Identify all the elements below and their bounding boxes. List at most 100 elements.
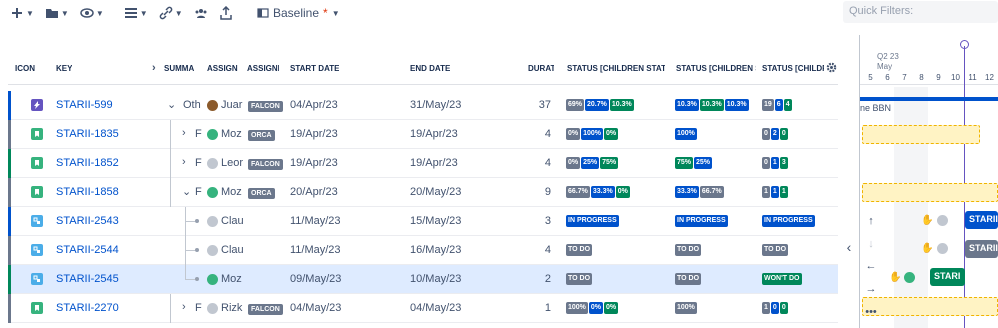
duration[interactable]: 9 [527, 186, 551, 198]
expand-column-icon[interactable]: › [152, 62, 156, 80]
duration[interactable]: 3 [527, 215, 551, 227]
team-button[interactable] [190, 2, 212, 24]
assignee[interactable]: Clau [207, 214, 247, 228]
assignee[interactable]: Clau [207, 243, 247, 257]
column-header-key[interactable]: KEY [56, 64, 72, 82]
export-button[interactable] [215, 2, 237, 24]
column-header-end-date[interactable]: END DATE [410, 64, 450, 82]
chevron-down-icon[interactable]: ⌄ [167, 98, 176, 111]
column-header-summary[interactable]: SUMMA [164, 64, 200, 82]
issue-key-link[interactable]: STARII-599 [56, 99, 113, 111]
table-row[interactable]: STARII-2545 Moz 09/May/23 10/May/23 2 TO DO TO… [8, 265, 838, 294]
gantt-placeholder-bar[interactable] [862, 125, 980, 144]
start-date[interactable]: 11/May/23 [290, 215, 341, 227]
start-date[interactable]: 19/Apr/23 [290, 128, 338, 140]
indent-button[interactable]: → [862, 281, 880, 297]
start-date[interactable]: 09/May/23 [290, 273, 341, 285]
end-date[interactable]: 31/May/23 [410, 99, 461, 111]
issue-key-link[interactable]: STARII-1835 [56, 128, 119, 140]
fields-menu-button[interactable]: ▼ [120, 2, 152, 24]
table-row[interactable]: STARII-2270 › F Rizk FALCON 04/May/23 04/May/2… [8, 294, 838, 323]
duration[interactable]: 1 [527, 302, 551, 314]
view-menu-button[interactable]: ▼ [76, 2, 108, 24]
table-row[interactable]: STARII-1858 ⌄ F Moz ORCA 20/Apr/23 20/May/23 9 6… [8, 178, 838, 207]
gear-icon[interactable] [826, 62, 837, 73]
chevron-down-icon[interactable]: ⌄ [182, 185, 191, 198]
gantt-task-bar[interactable]: STARII- [965, 240, 998, 258]
add-menu-button[interactable]: ▼ [6, 2, 38, 24]
duration[interactable]: 4 [527, 128, 551, 140]
start-date[interactable]: 04/Apr/23 [290, 99, 338, 111]
gantt-task-bar[interactable]: STARII- [965, 211, 998, 229]
drag-hand-icon[interactable]: ✋ [921, 215, 933, 226]
gantt-placeholder-bar[interactable] [862, 297, 998, 316]
chevron-right-icon[interactable]: › [182, 156, 186, 168]
column-header-assignee[interactable]: ASSIGN [207, 64, 243, 82]
quick-filters-input[interactable]: Quick Filters: [843, 1, 998, 23]
drag-hand-icon[interactable]: ✋ [921, 243, 933, 254]
gantt-placeholder-bar[interactable] [862, 183, 998, 202]
start-date[interactable]: 04/May/23 [290, 302, 341, 314]
duration[interactable]: 4 [527, 157, 551, 169]
end-date[interactable]: 20/May/23 [410, 186, 461, 198]
chevron-right-icon[interactable]: › [182, 127, 186, 139]
duration[interactable]: 37 [527, 99, 551, 111]
issue-key-link[interactable]: STARII-1858 [56, 186, 119, 198]
assignee[interactable]: Moz [207, 272, 247, 286]
end-date[interactable]: 04/May/23 [410, 302, 461, 314]
end-date[interactable]: 16/May/23 [410, 244, 461, 256]
column-header-status-1[interactable]: STATUS [CHILDREN STATU [567, 64, 665, 82]
column-header-assignee-team[interactable]: ASSIGNI [247, 64, 279, 82]
table-row[interactable]: STARII-2544 Clau 11/May/23 16/May/23 4 TO DO T… [8, 236, 838, 265]
assignee[interactable]: Moz [207, 185, 247, 199]
team-badge: FALCON [248, 159, 283, 170]
end-date[interactable]: 15/May/23 [410, 215, 461, 227]
more-icon[interactable]: ••• [862, 304, 880, 320]
assignee[interactable]: Rizk [207, 301, 247, 315]
table-row[interactable]: STARII-599 ⌄ Oth Juar FALCON 04/Apr/23 31/May/… [8, 91, 838, 120]
move-up-button[interactable]: ↑ [862, 213, 880, 229]
status-badge: 66.7% [566, 186, 590, 198]
status-badge: 0% [604, 128, 619, 140]
issue-key-link[interactable]: STARII-1852 [56, 157, 119, 169]
gantt-task-bar[interactable]: STARI [930, 268, 965, 286]
start-date[interactable]: 19/Apr/23 [290, 157, 338, 169]
table-row[interactable]: STARII-1852 › F Leor FALCON 19/Apr/23 19/Apr/2… [8, 149, 838, 178]
story-icon [31, 128, 43, 140]
status-badge: 100% [675, 302, 697, 314]
column-header-status-3[interactable]: STATUS [CHILDR [762, 64, 824, 82]
table-row[interactable]: STARII-2543 Clau 11/May/23 15/May/23 3 IN PRO… [8, 207, 838, 236]
column-header-duration[interactable]: DURAT [528, 64, 554, 82]
chevron-right-icon[interactable]: › [182, 301, 186, 313]
outdent-button[interactable]: ← [862, 258, 880, 274]
column-header-status-2[interactable]: STATUS [CHILDREN S [676, 64, 756, 82]
folder-menu-button[interactable]: ▼ [41, 2, 73, 24]
status-badge: 10.3% [699, 99, 724, 111]
issue-key-link[interactable]: STARII-2270 [56, 302, 119, 314]
start-date[interactable]: 20/Apr/23 [290, 186, 338, 198]
status-badge: TO DO [675, 244, 702, 256]
column-header-icon[interactable]: ICON [15, 64, 35, 82]
issue-key-link[interactable]: STARII-2544 [56, 244, 119, 256]
gantt-summary-bar[interactable] [860, 97, 998, 101]
column-header-start-date[interactable]: START DATE [290, 64, 339, 82]
end-date[interactable]: 10/May/23 [410, 273, 461, 285]
end-date[interactable]: 19/Apr/23 [410, 128, 458, 140]
gantt-divider[interactable] [859, 35, 860, 328]
end-date[interactable]: 19/Apr/23 [410, 157, 458, 169]
move-down-button[interactable]: ↓ [862, 236, 880, 252]
table-row[interactable]: STARII-1835 › F Moz ORCA 19/Apr/23 19/Apr/23 4 0… [8, 120, 838, 149]
duration[interactable]: 4 [527, 244, 551, 256]
assignee[interactable]: Juar [207, 98, 247, 112]
assignee[interactable]: Leor [207, 156, 247, 170]
issue-key-link[interactable]: STARII-2545 [56, 273, 119, 285]
issue-key-link[interactable]: STARII-2543 [56, 215, 119, 227]
link-menu-button[interactable]: ▼ [155, 2, 187, 24]
assignee[interactable]: Moz [207, 127, 247, 141]
baseline-button[interactable]: Baseline * ▼ [253, 2, 344, 24]
header-divider [8, 84, 838, 85]
duration[interactable]: 2 [527, 273, 551, 285]
start-date[interactable]: 11/May/23 [290, 244, 341, 256]
collapse-panel-button[interactable]: ‹ [838, 232, 860, 262]
drag-hand-icon[interactable]: ✋ [889, 272, 901, 283]
